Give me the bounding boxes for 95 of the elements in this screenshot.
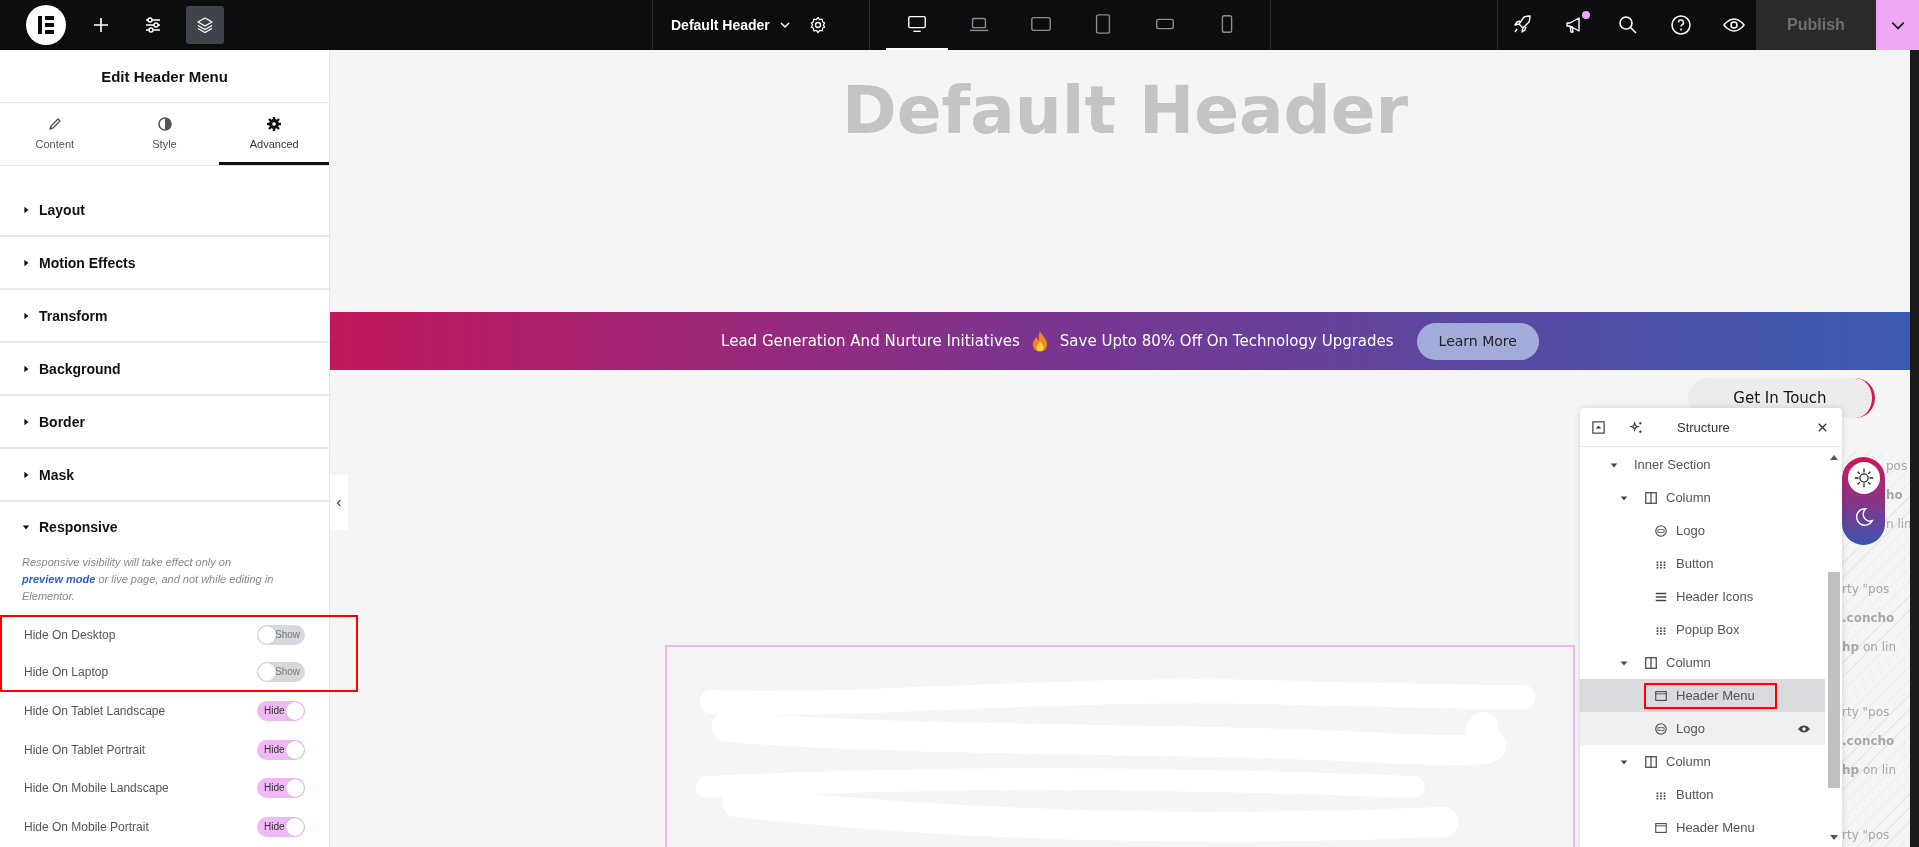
section-header[interactable]: Transform <box>0 290 329 343</box>
section-header[interactable]: Motion Effects <box>0 237 329 290</box>
structure-item-label: Header Menu <box>1676 688 1755 703</box>
help-icon[interactable] <box>1669 13 1693 37</box>
monitor-icon <box>906 13 928 35</box>
toggle-label: Hide On Tablet Landscape <box>24 704 166 719</box>
background-text: .concho <box>1842 733 1896 750</box>
structure-item[interactable]: Button <box>1580 778 1825 811</box>
layers-button[interactable] <box>186 6 224 44</box>
dock-icon[interactable] <box>1591 419 1606 435</box>
toggle-label: Hide On Tablet Portrait <box>24 742 146 757</box>
structure-item[interactable]: Header Menu <box>1580 811 1825 844</box>
toggle-label: Hide On Laptop <box>24 664 109 679</box>
toggle-switch[interactable]: Hide <box>257 816 305 837</box>
structure-item-label: Popup Box <box>1676 622 1740 637</box>
background-text: rty "pos <box>1842 704 1891 721</box>
background-text: ho <box>1886 487 1904 504</box>
sun-icon <box>1852 467 1875 489</box>
caret-icon <box>22 523 30 531</box>
image-icon <box>1654 721 1668 736</box>
panel-title: Edit Header Menu <box>0 50 329 103</box>
section-header[interactable]: Background <box>0 343 329 396</box>
structure-item[interactable]: Button <box>1580 547 1825 580</box>
flame-icon <box>1030 330 1049 352</box>
section-header[interactable]: Mask <box>0 449 329 502</box>
structure-item[interactable]: Column <box>1580 646 1825 679</box>
toggle-label: Hide On Mobile Portrait <box>24 819 149 834</box>
structure-item[interactable]: Popup Box <box>1580 613 1825 646</box>
caret-icon <box>22 470 30 479</box>
structure-item[interactable]: Column <box>1580 745 1825 778</box>
structure-title: Structure <box>1677 419 1730 435</box>
background-text: hp on lin <box>1842 639 1897 656</box>
theme-switch[interactable] <box>1842 457 1885 545</box>
toggle-label: Hide On Desktop <box>24 628 116 643</box>
toggle-switch[interactable]: Hide <box>257 701 305 722</box>
banner-text: Save Upto 80% Off On Technology Upgrades <box>1059 332 1394 350</box>
window-icon <box>1654 688 1668 703</box>
caret-icon[interactable] <box>1610 460 1618 469</box>
background-text: hp on lin <box>1842 762 1897 779</box>
background-text: rty "pos <box>1842 581 1891 598</box>
app-logo[interactable] <box>26 5 66 45</box>
panel-tab[interactable]: Style <box>109 103 220 165</box>
structure-item-label: Column <box>1666 655 1711 670</box>
sparkle-icon[interactable] <box>1629 419 1644 435</box>
background-text: rty "pos <box>1842 827 1891 844</box>
structure-item[interactable]: Header Icons <box>1580 580 1825 613</box>
structure-item-label: Logo <box>1676 721 1705 736</box>
section-header[interactable]: Border <box>0 396 329 449</box>
structure-item[interactable]: Header Menu <box>1580 679 1825 712</box>
caret-icon <box>22 205 30 214</box>
caret-icon <box>22 364 30 373</box>
toggle-switch[interactable]: Hide <box>257 739 305 760</box>
background-text: .concho <box>1842 610 1896 627</box>
structure-item-label: Button <box>1676 556 1714 571</box>
structure-item-label: Header Icons <box>1676 589 1754 604</box>
background-text: n lin <box>1886 516 1910 533</box>
contrast-icon <box>156 115 173 132</box>
section-header[interactable]: Responsive <box>0 502 329 552</box>
banner-text: Lead Generation And Nurture Initiatives <box>721 332 1020 350</box>
toggle-switch[interactable]: Hide <box>257 778 305 799</box>
column-icon <box>1644 490 1658 505</box>
structure-item-label: Button <box>1676 787 1714 802</box>
plus-icon <box>91 15 111 35</box>
column-icon <box>1644 754 1658 769</box>
gear-icon <box>266 115 283 132</box>
caret-icon[interactable] <box>1620 757 1628 766</box>
structure-item[interactable]: Logo <box>1580 514 1825 547</box>
structure-item-label: Logo <box>1676 523 1705 538</box>
structure-item-label: Header Menu <box>1676 820 1755 835</box>
structure-item-label: Inner Section <box>1634 457 1711 472</box>
structure-item[interactable]: Column <box>1580 481 1825 514</box>
section-header[interactable]: Layout <box>0 184 329 237</box>
window-icon <box>1654 820 1668 835</box>
structure-item[interactable]: Logo <box>1580 712 1825 745</box>
image-icon <box>1654 523 1668 538</box>
panel-tab[interactable]: Content <box>0 103 110 165</box>
caret-icon[interactable] <box>1620 493 1628 502</box>
layers-icon <box>195 15 215 35</box>
structure-item-label: Column <box>1666 754 1711 769</box>
caret-icon <box>22 311 30 320</box>
structure-item[interactable]: Inner Section <box>1580 448 1825 481</box>
sliders-icon <box>143 15 163 35</box>
scrollbar-thumb[interactable] <box>1827 572 1840 788</box>
background-text: pos <box>1886 458 1909 475</box>
structure-item-label: Column <box>1666 490 1711 505</box>
caret-icon <box>22 417 30 426</box>
chevron-left-icon <box>334 497 344 508</box>
caret-icon[interactable] <box>1620 658 1628 667</box>
learn-more-button[interactable]: Learn More <box>1416 322 1539 360</box>
preview-mode-link[interactable]: preview mode <box>22 573 96 585</box>
column-icon <box>1644 655 1658 670</box>
toggle-label: Hide On Mobile Landscape <box>24 781 169 796</box>
document-title-dropdown[interactable]: Default Header <box>671 17 792 33</box>
caret-icon <box>22 258 30 267</box>
responsive-note: Responsive visibility will take effect only on preview mode or live page, and not while editing in Elementor. <box>22 555 275 604</box>
